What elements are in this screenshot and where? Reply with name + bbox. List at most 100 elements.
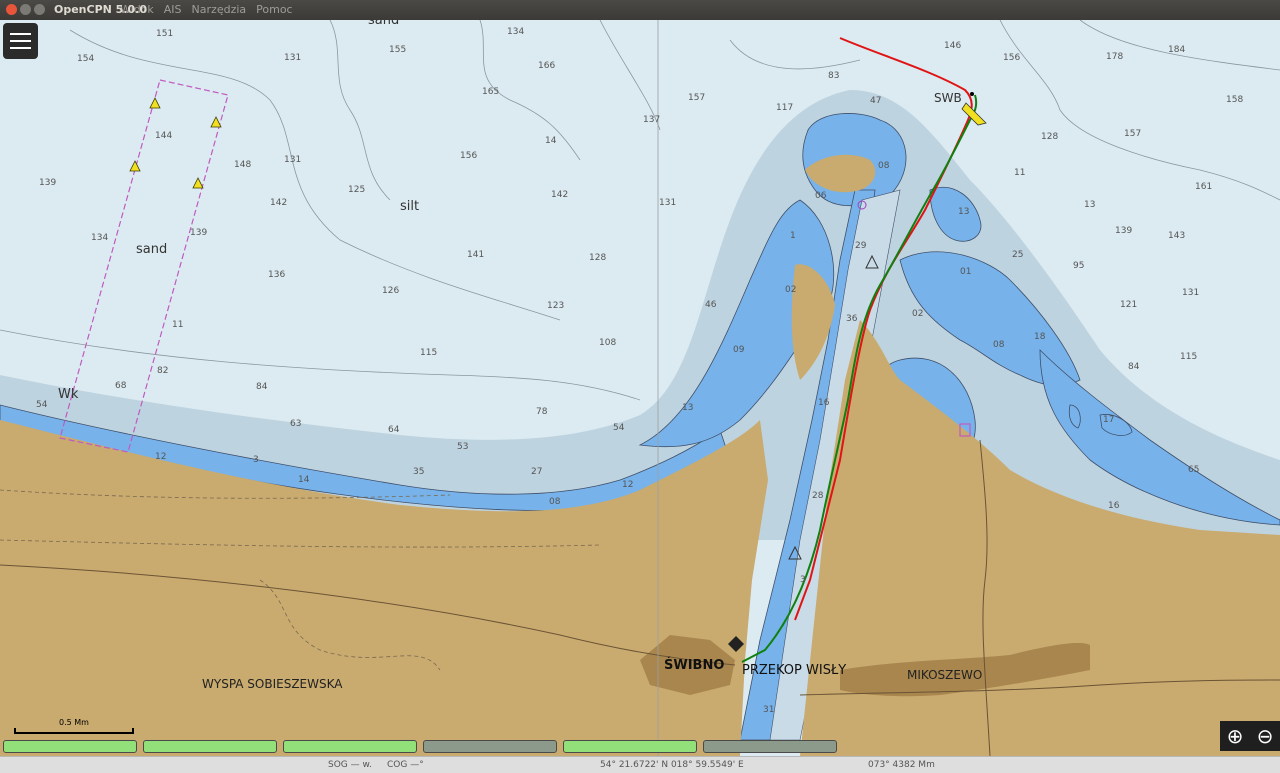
depth-sounding: 134 xyxy=(91,233,109,243)
chart-piano-key[interactable] xyxy=(703,740,837,753)
depth-sounding: 02 xyxy=(912,309,924,319)
depth-sounding: 46 xyxy=(705,300,717,310)
status-bar: SOG — w. COG —° 54° 21.6722' N 018° 59.5… xyxy=(0,756,1280,773)
depth-sounding: 178 xyxy=(1106,52,1124,62)
depth-sounding: 165 xyxy=(482,87,500,97)
depth-sounding: 134 xyxy=(507,27,525,37)
chart-piano-bar xyxy=(3,740,837,753)
depth-sounding: 166 xyxy=(538,61,556,71)
depth-sounding: 63 xyxy=(290,419,302,429)
depth-sounding: 117 xyxy=(776,103,794,113)
label-silt: silt xyxy=(400,199,420,214)
depth-sounding: 36 xyxy=(846,314,858,324)
scale-bar: 0.5 Mm xyxy=(14,718,134,734)
menu-pomoc[interactable]: Pomoc xyxy=(256,3,292,16)
depth-sounding: 11 xyxy=(1014,168,1026,178)
depth-sounding: 08 xyxy=(878,161,890,171)
window-maximize-button[interactable] xyxy=(34,4,45,15)
chart-piano-key[interactable] xyxy=(423,740,557,753)
window-minimize-button[interactable] xyxy=(20,4,31,15)
depth-sounding: 14 xyxy=(298,475,310,485)
depth-sounding: 108 xyxy=(599,338,617,348)
depth-sounding: 84 xyxy=(1128,362,1140,372)
depth-sounding: 128 xyxy=(1041,132,1059,142)
depth-sounding: 64 xyxy=(388,425,400,435)
depth-sounding: 95 xyxy=(1073,261,1085,271)
label-sand: sand xyxy=(136,242,168,257)
depth-sounding: 144 xyxy=(155,131,173,141)
chart-piano-key[interactable] xyxy=(563,740,697,753)
depth-sounding: 27 xyxy=(531,467,543,477)
menu-icon-bar xyxy=(10,40,31,42)
depth-sounding: 123 xyxy=(547,301,565,311)
status-bearing: 073° 4382 Mm xyxy=(868,760,935,770)
depth-sounding: 53 xyxy=(457,442,469,452)
depth-sounding: 1 xyxy=(790,231,796,241)
menu-icon-bar xyxy=(10,33,31,35)
depth-sounding: 142 xyxy=(551,190,569,200)
depth-sounding: 16 xyxy=(1108,501,1120,511)
depth-sounding: 131 xyxy=(284,53,302,63)
depth-sounding: 25 xyxy=(1012,250,1024,260)
depth-sounding: 18 xyxy=(1034,332,1046,342)
depth-sounding: 3 xyxy=(800,575,806,585)
depth-sounding: 157 xyxy=(688,93,706,103)
zoom-in-button[interactable]: ⊕ xyxy=(1220,721,1250,751)
depth-sounding: 121 xyxy=(1120,300,1138,310)
depth-sounding: 29 xyxy=(855,241,867,251)
depth-sounding: 54 xyxy=(36,400,48,410)
depth-sounding: 131 xyxy=(1182,288,1200,298)
depth-sounding: 83 xyxy=(828,71,840,81)
window-close-button[interactable] xyxy=(6,4,17,15)
depth-sounding: 139 xyxy=(39,178,57,188)
depth-sounding: 65 xyxy=(1188,465,1200,475)
chart-piano-key[interactable] xyxy=(3,740,137,753)
zoom-in-icon: ⊕ xyxy=(1226,724,1244,748)
chart-piano-key[interactable] xyxy=(143,740,277,753)
depth-sounding: 68 xyxy=(115,381,127,391)
depth-sounding: 125 xyxy=(348,185,366,195)
depth-sounding: 11 xyxy=(172,320,184,330)
menu-ais[interactable]: AIS xyxy=(164,3,182,16)
label-wk: Wk xyxy=(58,387,79,402)
hamburger-menu-button[interactable] xyxy=(3,23,38,59)
depth-sounding: 161 xyxy=(1195,182,1213,192)
chart-canvas[interactable]: sand sand silt Wk SWB ŚWIBNO PRZEKOP WIS… xyxy=(0,20,1280,756)
depth-sounding: 148 xyxy=(234,160,252,170)
depth-sounding: 137 xyxy=(643,115,661,125)
depth-sounding: 131 xyxy=(659,198,677,208)
depth-sounding: 154 xyxy=(77,54,95,64)
depth-sounding: 156 xyxy=(460,151,478,161)
depth-sounding: 35 xyxy=(413,467,425,477)
depth-sounding: 08 xyxy=(993,340,1005,350)
depth-sounding: 12 xyxy=(622,480,634,490)
depth-sounding: 126 xyxy=(382,286,400,296)
depth-sounding: 151 xyxy=(156,29,174,39)
menu-icon-bar xyxy=(10,47,31,49)
depth-sounding: 139 xyxy=(190,228,208,238)
depth-sounding: 54 xyxy=(613,423,625,433)
scale-line xyxy=(14,728,134,734)
status-position: 54° 21.6722' N 018° 59.5549' E xyxy=(600,760,744,770)
depth-sounding: 12 xyxy=(155,452,167,462)
zoom-out-button[interactable]: ⊖ xyxy=(1250,721,1280,751)
menu-narzedzia[interactable]: Narzędzia xyxy=(192,3,247,16)
window-title: OpenCPN 5.0.0 xyxy=(54,3,148,16)
depth-sounding: 142 xyxy=(270,198,288,208)
depth-sounding: 157 xyxy=(1124,129,1142,139)
depth-sounding: 31 xyxy=(763,705,775,715)
depth-sounding: 09 xyxy=(733,345,745,355)
depth-sounding: 82 xyxy=(157,366,169,376)
depth-sounding: 155 xyxy=(389,45,407,55)
label-mikoszewo: MIKOSZEWO xyxy=(907,668,983,682)
label-przekop-wisly: PRZEKOP WISŁY xyxy=(742,663,847,678)
depth-sounding: 13 xyxy=(958,207,970,217)
chart-piano-key[interactable] xyxy=(283,740,417,753)
label-swb: SWB xyxy=(934,91,962,105)
depth-sounding: 146 xyxy=(944,41,962,51)
depth-sounding: 143 xyxy=(1168,231,1186,241)
depth-sounding: 78 xyxy=(536,407,548,417)
status-cog: COG —° xyxy=(387,760,424,770)
depth-sounding: 136 xyxy=(268,270,286,280)
depth-sounding: 184 xyxy=(1168,45,1186,55)
